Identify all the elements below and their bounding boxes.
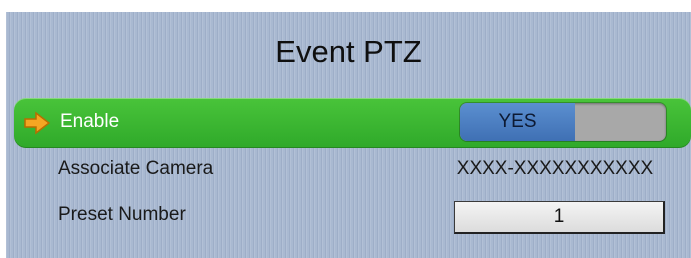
associate-camera-row[interactable]: Associate Camera XXXX-XXXXXXXXXXX	[6, 150, 691, 190]
enable-row[interactable]: Enable YES	[14, 98, 691, 148]
previous-screen-strip	[0, 0, 691, 12]
associate-camera-label: Associate Camera	[58, 158, 214, 179]
arrow-right-icon	[24, 111, 50, 135]
preset-number-label: Preset Number	[58, 204, 186, 225]
associate-camera-value[interactable]: XXXX-XXXXXXXXXXX	[452, 158, 658, 180]
enable-toggle-value: YES	[460, 103, 575, 141]
page-title: Event PTZ	[275, 34, 422, 69]
event-ptz-panel: Event PTZ Enable YES Associate Camera XX…	[6, 12, 691, 258]
preset-number-row[interactable]: Preset Number 1	[6, 196, 691, 236]
enable-label: Enable	[60, 111, 120, 132]
enable-toggle[interactable]: YES	[460, 103, 666, 141]
preset-number-field[interactable]: 1	[454, 201, 665, 234]
